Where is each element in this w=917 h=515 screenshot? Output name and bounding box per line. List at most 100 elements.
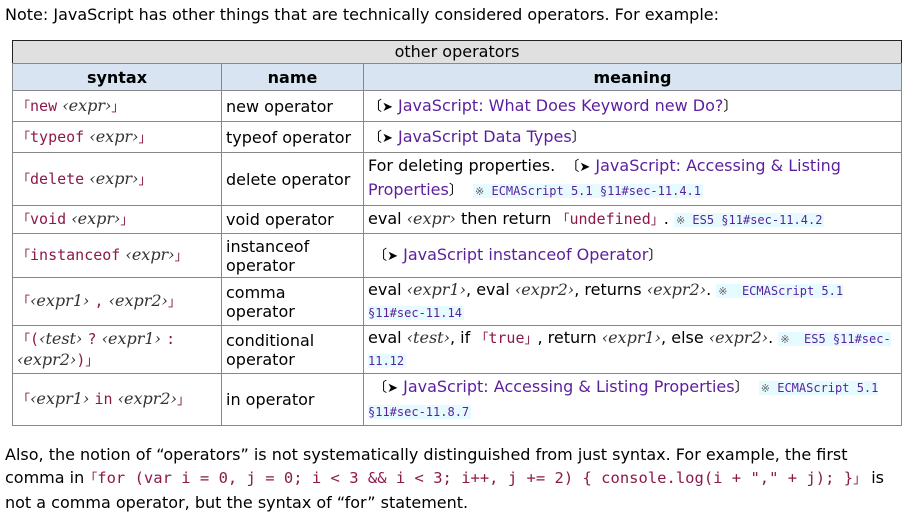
meaning-text: , if xyxy=(450,328,471,347)
syntax-var: ‹expr› xyxy=(89,126,139,146)
link-accessing-properties[interactable]: JavaScript: Accessing & Listing Properti… xyxy=(403,377,735,396)
footer-code-example: for (var i = 0, j = 0; i < 3 && i < 3; i… xyxy=(97,469,854,487)
meaning-var: ‹expr1› xyxy=(601,328,662,347)
close-corner: 」 xyxy=(853,472,867,487)
header-name: name xyxy=(221,63,364,91)
name-cell: conditional operator xyxy=(221,325,364,374)
meaning-var: ‹expr› xyxy=(406,209,456,228)
table-row: 「delete ‹expr›」 delete operator For dele… xyxy=(12,152,902,206)
link-close-bracket: 〕 xyxy=(734,380,749,396)
meaning-text: , returns xyxy=(574,280,642,299)
meaning-cell: eval ‹expr1›, eval ‹expr2›, returns ‹exp… xyxy=(363,277,902,326)
meaning-cell: For deleting properties. 〔➤ JavaScript: … xyxy=(363,152,902,206)
link-open-bracket: 〔 xyxy=(368,129,382,146)
table-row: 「typeof ‹expr›」 typeof operator 〔➤ JavaS… xyxy=(12,121,902,153)
meaning-cell: 〔➤ JavaScript: What Does Keyword new Do?… xyxy=(363,90,902,122)
link-open-bracket: 〔 xyxy=(373,380,388,396)
arrow-icon: ➤ xyxy=(382,130,393,146)
reference-mark-icon: ※ xyxy=(675,214,686,227)
syntax-code: in xyxy=(94,390,113,408)
link-instanceof[interactable]: JavaScript instanceof Operator xyxy=(403,245,648,264)
spec-reference[interactable]: ※ ES5 §11#sec-11.4.2 xyxy=(673,213,825,227)
syntax-cell: 「void ‹expr›」 xyxy=(12,205,222,234)
meaning-text: . xyxy=(663,209,669,228)
open-corner: 「 xyxy=(17,249,31,264)
reference-mark-icon: ※ xyxy=(760,382,770,395)
open-corner: 「 xyxy=(17,99,31,115)
syntax-var: ‹expr› xyxy=(62,95,112,115)
close-corner: 」 xyxy=(120,213,134,228)
link-close-bracket: 〕 xyxy=(723,98,738,115)
table-caption: other operators xyxy=(12,40,902,63)
header-meaning: meaning xyxy=(363,63,902,91)
syntax-code: void xyxy=(30,210,67,228)
table-row: 「instanceof ‹expr›」 instanceof operator … xyxy=(12,233,902,278)
meaning-var: ‹expr2› xyxy=(514,280,575,299)
close-corner: 」 xyxy=(524,332,538,347)
syntax-var: ‹expr1› xyxy=(101,328,161,348)
name-cell: void operator xyxy=(221,205,364,234)
close-corner: 」 xyxy=(650,213,664,228)
meaning-cell: 〔➤ JavaScript: Accessing & Listing Prope… xyxy=(363,373,902,426)
meaning-var: ‹expr1› xyxy=(406,280,467,299)
meaning-var: ‹expr2› xyxy=(646,280,707,299)
meaning-cell: 〔➤ JavaScript instanceof Operator〕 xyxy=(363,233,902,278)
table-row: 「new ‹expr›」 new operator 〔➤ JavaScript:… xyxy=(12,90,902,122)
syntax-cell: 「(‹test› ? ‹expr1› : ‹expr2›)」 xyxy=(12,325,222,374)
syntax-code: typeof xyxy=(30,127,85,146)
meaning-var: ‹expr2› xyxy=(708,328,769,347)
close-corner: 」 xyxy=(138,130,152,146)
open-corner: 「 xyxy=(17,295,31,310)
arrow-icon: ➤ xyxy=(579,160,591,175)
meaning-var: ‹test› xyxy=(406,328,450,347)
meaning-text: For deleting properties. xyxy=(368,156,556,175)
reference-mark-icon: ※ xyxy=(780,333,790,346)
link-close-bracket: 〕 xyxy=(448,183,463,199)
meaning-code: undefined xyxy=(569,210,651,228)
syntax-var: ‹expr2› xyxy=(108,291,168,310)
link-open-bracket: 〔 xyxy=(373,248,388,264)
meaning-text: , return xyxy=(537,328,597,347)
close-corner: 」 xyxy=(167,295,181,310)
arrow-icon: ➤ xyxy=(382,99,393,115)
syntax-code: new xyxy=(30,96,58,115)
link-new-keyword[interactable]: JavaScript: What Does Keyword new Do? xyxy=(398,96,723,115)
meaning-code: true xyxy=(488,329,525,347)
open-corner: 「 xyxy=(17,332,31,348)
close-corner: 」 xyxy=(85,353,99,369)
syntax-var: ‹expr1› xyxy=(30,291,90,310)
meaning-text: eval xyxy=(368,328,402,347)
meaning-text: , eval xyxy=(466,280,510,299)
table-row: 「‹expr1› in ‹expr2›」 in operator 〔➤ Java… xyxy=(12,373,902,426)
close-corner: 」 xyxy=(176,393,190,408)
name-cell: comma operator xyxy=(221,277,364,326)
intro-note: Note: JavaScript has other things that a… xyxy=(5,5,720,24)
meaning-text: , else xyxy=(661,328,704,347)
syntax-var: ‹expr1› xyxy=(30,389,90,408)
table-row: 「‹expr1› , ‹expr2›」 comma operator eval … xyxy=(12,277,902,326)
meaning-text: then return xyxy=(460,209,552,228)
name-cell: in operator xyxy=(221,373,364,426)
link-data-types[interactable]: JavaScript Data Types xyxy=(398,127,572,146)
syntax-var: ‹expr2› xyxy=(17,349,77,369)
syntax-var: ‹expr2› xyxy=(117,389,177,408)
meaning-text: eval xyxy=(368,280,402,299)
other-operators-table: other operators syntax name meaning 「new… xyxy=(12,40,902,426)
table-row: 「void ‹expr›」 void operator eval ‹expr› … xyxy=(12,205,902,234)
open-corner: 「 xyxy=(475,332,489,347)
close-corner: 」 xyxy=(174,249,188,264)
syntax-code: ? xyxy=(87,329,97,348)
open-corner: 「 xyxy=(17,172,31,188)
open-corner: 「 xyxy=(17,130,31,146)
link-close-bracket: 〕 xyxy=(648,248,663,264)
name-cell: instanceof operator xyxy=(221,233,364,278)
arrow-icon: ➤ xyxy=(387,381,398,396)
table-row: 「(‹test› ? ‹expr1› : ‹expr2›)」 condition… xyxy=(12,325,902,374)
syntax-cell: 「typeof ‹expr›」 xyxy=(12,121,222,153)
link-open-bracket: 〔 xyxy=(368,98,382,115)
spec-reference[interactable]: ※ ECMAScript 5.1 §11#sec-11.4.1 xyxy=(473,184,703,198)
syntax-cell: 「new ‹expr›」 xyxy=(12,90,222,122)
meaning-cell: eval ‹expr› then return 「undefined」. ※ E… xyxy=(363,205,902,234)
close-corner: 」 xyxy=(111,99,125,115)
syntax-var: ‹test› xyxy=(39,328,83,348)
